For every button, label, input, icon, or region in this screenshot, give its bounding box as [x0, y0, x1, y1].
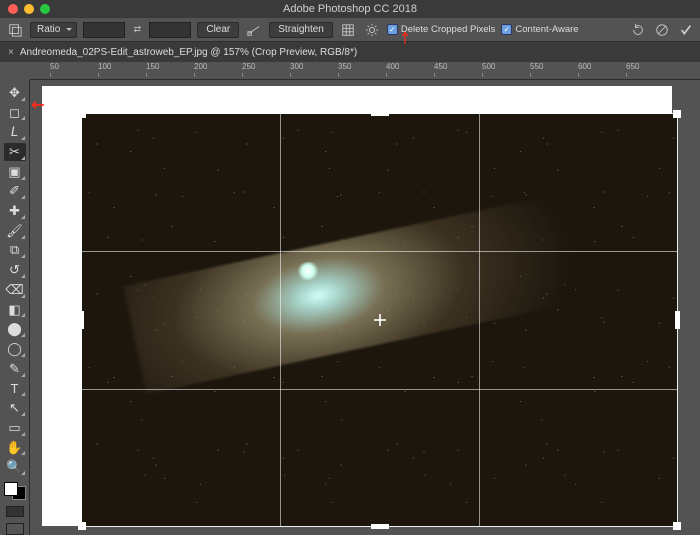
- close-tab-icon[interactable]: ×: [8, 47, 14, 58]
- document-tab-label: Andreomeda_02PS-Edit_astroweb_EP.jpg @ 1…: [20, 47, 357, 58]
- ruler-tick: 250: [242, 62, 255, 71]
- eraser-tool[interactable]: ⌫: [4, 281, 26, 299]
- overlay-options-icon[interactable]: [339, 21, 357, 39]
- commit-crop-button[interactable]: [678, 22, 694, 38]
- options-bar: Ratio ⇄ Clear Straighten ✓ Delete Croppe…: [0, 18, 700, 42]
- brush-tool[interactable]: 🖌: [4, 222, 26, 240]
- straighten-label: Straighten: [278, 24, 324, 35]
- zoom-tool[interactable]: 🔍: [4, 458, 26, 476]
- crop-handle-bottom[interactable]: [371, 524, 389, 529]
- straighten-button[interactable]: Straighten: [269, 22, 333, 38]
- clear-label: Clear: [206, 24, 230, 35]
- frame-tool[interactable]: ▣: [4, 163, 26, 181]
- crop-grid-line: [82, 389, 677, 390]
- crop-settings-icon[interactable]: [363, 21, 381, 39]
- ruler-tick: 350: [338, 62, 351, 71]
- crop-grid-line: [82, 251, 677, 252]
- healing-brush-tool[interactable]: ✚: [4, 202, 26, 220]
- clone-stamp-tool[interactable]: ⧉: [4, 242, 26, 260]
- ruler-horizontal[interactable]: 50 100 150 200 250 300 350 400 450 500 550 600 650: [30, 62, 700, 80]
- close-window-button[interactable]: [8, 4, 18, 14]
- crop-center-icon: [374, 314, 386, 326]
- ruler-tick: 500: [482, 62, 495, 71]
- commit-controls: [630, 22, 694, 38]
- pen-tool[interactable]: ✎: [4, 360, 26, 378]
- aspect-ratio-value: Ratio: [37, 24, 60, 35]
- tools-panel: ✥ ◻𝘓 ✂ ▣ ✐✚ 🖌 ⧉↺ ⌫ ◧⬤ ◯ ✎ T↖ ▭ ✋🔍: [0, 80, 30, 535]
- crop-grid-line: [280, 114, 281, 526]
- dodge-tool[interactable]: ◯: [4, 340, 26, 358]
- color-swatch[interactable]: [4, 482, 26, 500]
- zoom-window-button[interactable]: [40, 4, 50, 14]
- document-tab[interactable]: × Andreomeda_02PS-Edit_astroweb_EP.jpg @…: [8, 47, 357, 58]
- delete-cropped-label: Delete Cropped Pixels: [401, 24, 496, 35]
- clear-button[interactable]: Clear: [197, 22, 239, 38]
- ruler-tick: 200: [194, 62, 207, 71]
- app-title: Adobe Photoshop CC 2018: [0, 3, 700, 15]
- crop-handle-top[interactable]: [371, 111, 389, 116]
- move-tool[interactable]: ✥: [4, 84, 26, 102]
- crop-handle-tr[interactable]: [673, 110, 681, 118]
- ruler-tick: 650: [626, 62, 639, 71]
- minimize-window-button[interactable]: [24, 4, 34, 14]
- crop-tool[interactable]: ✂: [4, 143, 26, 161]
- path-select-tool[interactable]: ↖: [4, 399, 26, 417]
- blur-tool[interactable]: ⬤: [4, 320, 26, 338]
- canvas-area[interactable]: [30, 80, 700, 535]
- ruler-tick: 450: [434, 62, 447, 71]
- crop-preset-icon[interactable]: [6, 21, 24, 39]
- window-controls: [0, 4, 50, 14]
- crop-handle-right[interactable]: [675, 311, 680, 329]
- shape-tool[interactable]: ▭: [4, 419, 26, 437]
- history-brush-tool[interactable]: ↺: [4, 261, 26, 279]
- check-icon: ✓: [387, 24, 398, 35]
- titlebar: Adobe Photoshop CC 2018: [0, 0, 700, 18]
- delete-cropped-checkbox[interactable]: ✓ Delete Cropped Pixels: [387, 24, 496, 35]
- content-aware-checkbox[interactable]: ✓ Content-Aware: [501, 24, 578, 35]
- lasso-tool[interactable]: 𝘓: [4, 123, 26, 141]
- ruler-tick: 400: [386, 62, 399, 71]
- document-tab-row: × Andreomeda_02PS-Edit_astroweb_EP.jpg @…: [0, 42, 700, 62]
- gradient-tool[interactable]: ◧: [4, 301, 26, 319]
- crop-handle-br[interactable]: [673, 522, 681, 530]
- ruler-tick: 550: [530, 62, 543, 71]
- crop-marquee[interactable]: [82, 114, 677, 526]
- content-aware-label: Content-Aware: [515, 24, 578, 35]
- crop-handle-left[interactable]: [79, 311, 84, 329]
- marquee-tool[interactable]: ◻: [4, 104, 26, 122]
- aspect-ratio-select[interactable]: Ratio: [30, 22, 77, 38]
- ruler-tick: 600: [578, 62, 591, 71]
- screen-mode-button[interactable]: [6, 523, 24, 535]
- ruler-tick: 150: [146, 62, 159, 71]
- check-icon: ✓: [501, 24, 512, 35]
- ratio-width-field[interactable]: [83, 22, 125, 38]
- hand-tool[interactable]: ✋: [4, 439, 26, 457]
- swap-dimensions-button[interactable]: ⇄: [131, 24, 143, 36]
- foreground-color[interactable]: [4, 482, 18, 496]
- edit-mode-button[interactable]: [6, 506, 24, 518]
- straighten-icon[interactable]: [245, 21, 263, 39]
- crop-handle-bl[interactable]: [78, 522, 86, 530]
- reset-crop-button[interactable]: [630, 22, 646, 38]
- crop-handle-tl[interactable]: [78, 110, 86, 118]
- ruler-tick: 300: [290, 62, 303, 71]
- eyedropper-tool[interactable]: ✐: [4, 183, 26, 201]
- crop-grid-line: [479, 114, 480, 526]
- ruler-tick: 100: [98, 62, 111, 71]
- ratio-height-field[interactable]: [149, 22, 191, 38]
- cancel-crop-button[interactable]: [654, 22, 670, 38]
- ruler-tick: 50: [50, 62, 59, 71]
- type-tool[interactable]: T: [4, 380, 26, 398]
